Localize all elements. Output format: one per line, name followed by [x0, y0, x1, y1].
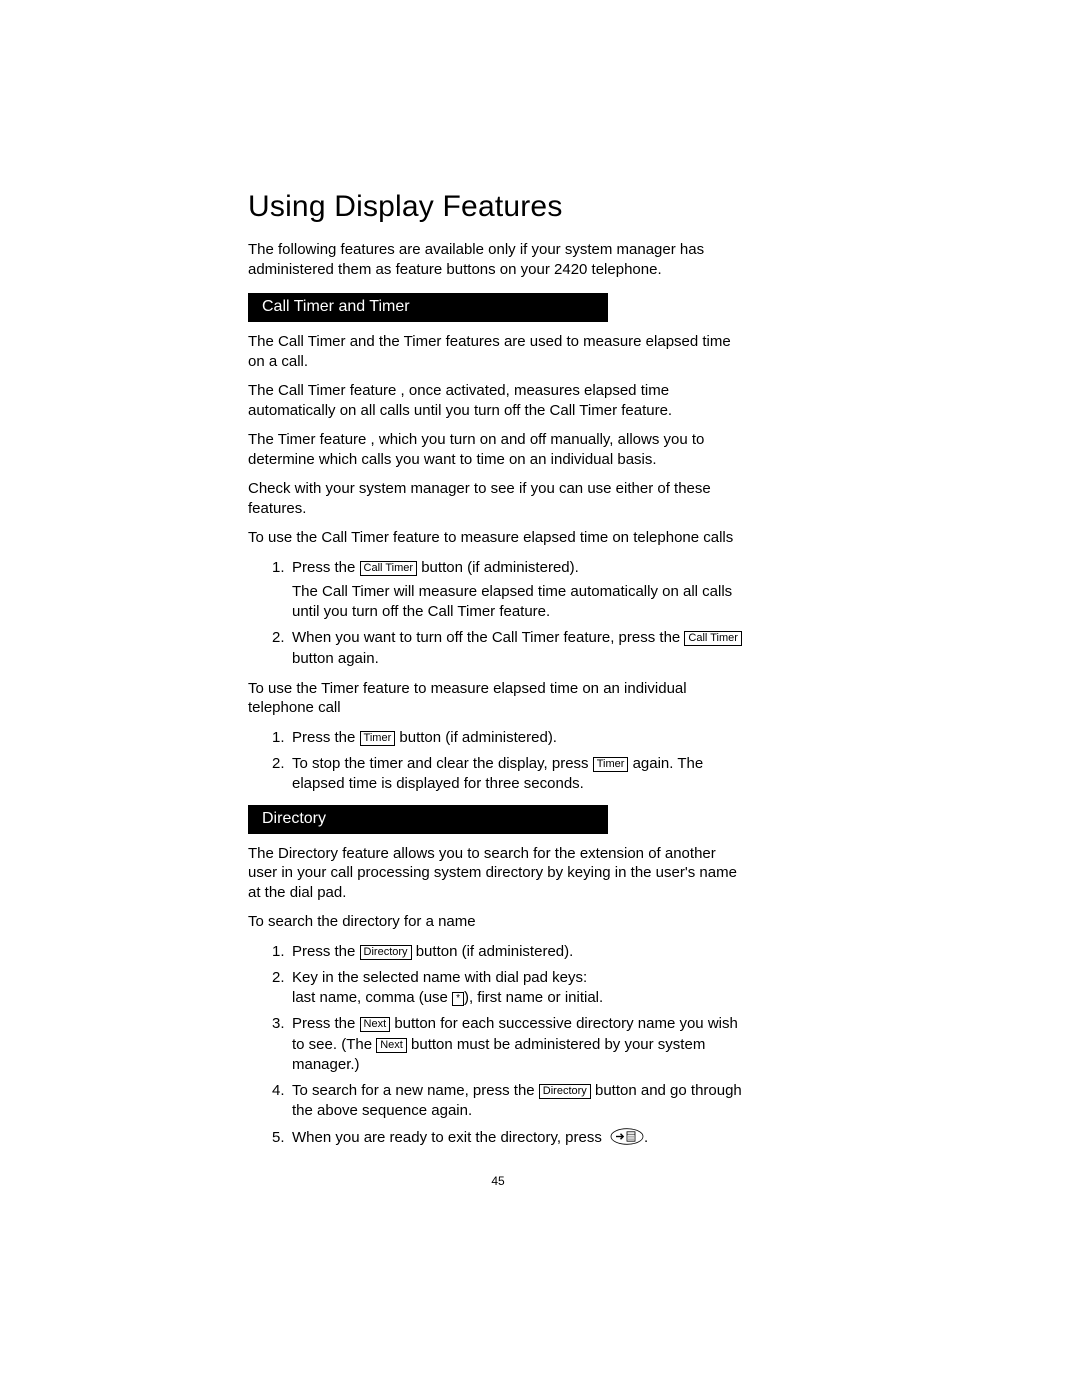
list-number: 2. — [272, 628, 285, 648]
paragraph: Check with your system manager to see if… — [248, 479, 748, 518]
list-item: 5. When you are ready to exit the direct… — [248, 1128, 748, 1148]
keycap-call-timer: Call Timer — [360, 561, 418, 576]
text: Press the — [292, 559, 360, 576]
keycap-directory: Directory — [360, 945, 412, 960]
paragraph: The Timer feature , which you turn on an… — [248, 430, 748, 469]
paragraph: The Call Timer and the Timer features ar… — [248, 332, 748, 371]
ordered-list: 1. Press the Timer button (if administer… — [248, 728, 748, 795]
list-item: 2. To stop the timer and clear the displ… — [248, 754, 748, 795]
paragraph: The Directory feature allows you to sear… — [248, 844, 748, 903]
document-page: Using Display Features The following fea… — [248, 190, 748, 1188]
text: last name, comma (use — [292, 989, 452, 1006]
text: button (if administered). — [395, 729, 557, 746]
list-number: 3. — [272, 1014, 285, 1034]
paragraph: To use the Timer feature to measure elap… — [248, 679, 748, 718]
section-header-directory: Directory — [248, 805, 608, 834]
page-number: 45 — [248, 1174, 748, 1188]
text: When you are ready to exit the directory… — [292, 1129, 606, 1146]
text: Key in the selected name with dial pad k… — [292, 969, 587, 986]
list-item: 1. Press the Directory button (if admini… — [248, 942, 748, 962]
list-number: 1. — [272, 942, 285, 962]
paragraph: To use the Call Timer feature to measure… — [248, 528, 748, 548]
list-item: 1. Press the Call Timer button (if admin… — [248, 558, 748, 623]
sub-paragraph: The Call Timer will measure elapsed time… — [292, 582, 748, 623]
page-title: Using Display Features — [248, 190, 748, 224]
keycap-timer: Timer — [360, 731, 396, 746]
list-item: 3. Press the Next button for each succes… — [248, 1014, 748, 1075]
list-number: 1. — [272, 558, 285, 578]
list-item: 1. Press the Timer button (if administer… — [248, 728, 748, 748]
text: When you want to turn off the Call Timer… — [292, 629, 684, 646]
keycap-call-timer: Call Timer — [684, 631, 742, 646]
keycap-timer: Timer — [593, 757, 629, 772]
list-number: 2. — [272, 968, 285, 988]
list-item: 2. When you want to turn off the Call Ti… — [248, 628, 748, 669]
text: . — [644, 1129, 648, 1146]
keycap-star: * — [452, 992, 464, 1006]
section-header-call-timer: Call Timer and Timer — [248, 293, 608, 322]
ordered-list: 1. Press the Directory button (if admini… — [248, 942, 748, 1148]
keycap-next: Next — [360, 1017, 391, 1032]
list-number: 5. — [272, 1128, 285, 1148]
list-number: 2. — [272, 754, 285, 774]
list-item: 2. Key in the selected name with dial pa… — [248, 968, 748, 1009]
ordered-list: 1. Press the Call Timer button (if admin… — [248, 558, 748, 669]
text: Press the — [292, 729, 360, 746]
exit-phone-icon — [610, 1128, 644, 1145]
text: Press the — [292, 1015, 360, 1032]
list-number: 4. — [272, 1081, 285, 1101]
text: To search for a new name, press the — [292, 1082, 539, 1099]
text: button (if administered). — [417, 559, 579, 576]
text: ), first name or initial. — [464, 989, 603, 1006]
list-number: 1. — [272, 728, 285, 748]
text: button (if administered). — [412, 943, 574, 960]
keycap-directory: Directory — [539, 1084, 591, 1099]
list-item: 4. To search for a new name, press the D… — [248, 1081, 748, 1122]
text: Press the — [292, 943, 360, 960]
paragraph: To search the directory for a name — [248, 912, 748, 932]
text: To stop the timer and clear the display,… — [292, 755, 593, 772]
keycap-next: Next — [376, 1038, 407, 1053]
text: button again. — [292, 650, 379, 667]
intro-paragraph: The following features are available onl… — [248, 240, 748, 279]
paragraph: The Call Timer feature , once activated,… — [248, 381, 748, 420]
